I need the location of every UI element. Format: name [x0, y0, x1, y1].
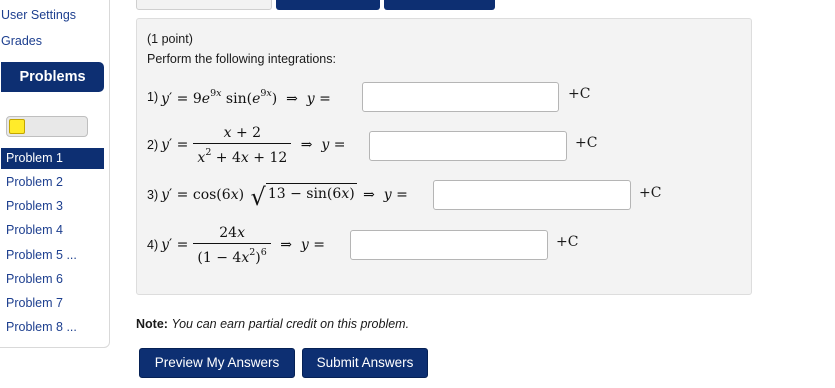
- question-4: 4) y′ = 24x (1 − 4x2)6 ⇒ y =: [147, 224, 325, 266]
- plus-c: +C: [568, 86, 591, 102]
- progress-bar: [6, 116, 88, 137]
- problem-link-6[interactable]: Problem 6: [1, 269, 104, 293]
- question-3: 3) y′ = cos(6x) √ 13 − sin(6x) ⇒ y =: [147, 175, 408, 215]
- top-button-3[interactable]: [384, 0, 495, 10]
- plus-c: +C: [639, 185, 662, 201]
- equation-2: y′ = x + 2 x2 + 4x + 12 ⇒ y =: [161, 124, 346, 166]
- grades-link[interactable]: Grades: [1, 34, 42, 48]
- question-1: 1) y′ = 9e9x sin(e9x) ⇒ y =: [147, 77, 331, 117]
- problem-list: Problem 1 Problem 2 Problem 3 Problem 4 …: [1, 148, 104, 341]
- note-text: You can earn partial credit on this prob…: [171, 317, 410, 331]
- problems-header[interactable]: Problems: [1, 62, 104, 92]
- equation-3: y′ = cos(6x) √ 13 − sin(6x) ⇒ y =: [161, 183, 408, 211]
- preview-answers-button[interactable]: Preview My Answers: [139, 348, 295, 378]
- problem-link-2[interactable]: Problem 2: [1, 172, 104, 196]
- problem-link-8[interactable]: Problem 8 ...: [1, 317, 104, 341]
- equation-4: y′ = 24x (1 − 4x2)6 ⇒ y =: [161, 224, 325, 266]
- top-button-1[interactable]: [136, 0, 272, 10]
- problem-link-1[interactable]: Problem 1: [1, 148, 104, 169]
- plus-c: +C: [575, 135, 598, 151]
- sidebar: User Settings Grades Problems Problem 1 …: [0, 0, 110, 348]
- problem-link-4[interactable]: Problem 4: [1, 220, 104, 244]
- question-number: 1): [147, 90, 159, 104]
- instructions: Perform the following integrations:: [147, 52, 336, 66]
- progress-bar-fill: [9, 119, 25, 134]
- problem-link-3[interactable]: Problem 3: [1, 196, 104, 220]
- question-2: 2) y′ = x + 2 x2 + 4x + 12 ⇒ y =: [147, 124, 346, 166]
- answer-input-1[interactable]: [362, 82, 559, 112]
- equation-1: y′ = 9e9x sin(e9x) ⇒ y =: [161, 87, 331, 107]
- plus-c: +C: [556, 234, 579, 250]
- problem-link-5[interactable]: Problem 5 ...: [1, 245, 104, 269]
- question-number: 4): [147, 238, 159, 252]
- answer-input-4[interactable]: [350, 230, 548, 260]
- question-number: 3): [147, 188, 159, 202]
- partial-credit-note: Note: You can earn partial credit on thi…: [136, 317, 409, 331]
- question-number: 2): [147, 138, 159, 152]
- top-button-2[interactable]: [276, 0, 380, 10]
- note-label: Note:: [136, 317, 168, 331]
- submit-answers-button[interactable]: Submit Answers: [302, 348, 428, 378]
- answer-input-3[interactable]: [433, 180, 631, 210]
- point-value: (1 point): [147, 32, 193, 46]
- user-settings-link[interactable]: User Settings: [1, 8, 76, 22]
- problem-box: (1 point) Perform the following integrat…: [136, 18, 752, 295]
- problem-link-7[interactable]: Problem 7: [1, 293, 104, 317]
- answer-input-2[interactable]: [369, 131, 567, 161]
